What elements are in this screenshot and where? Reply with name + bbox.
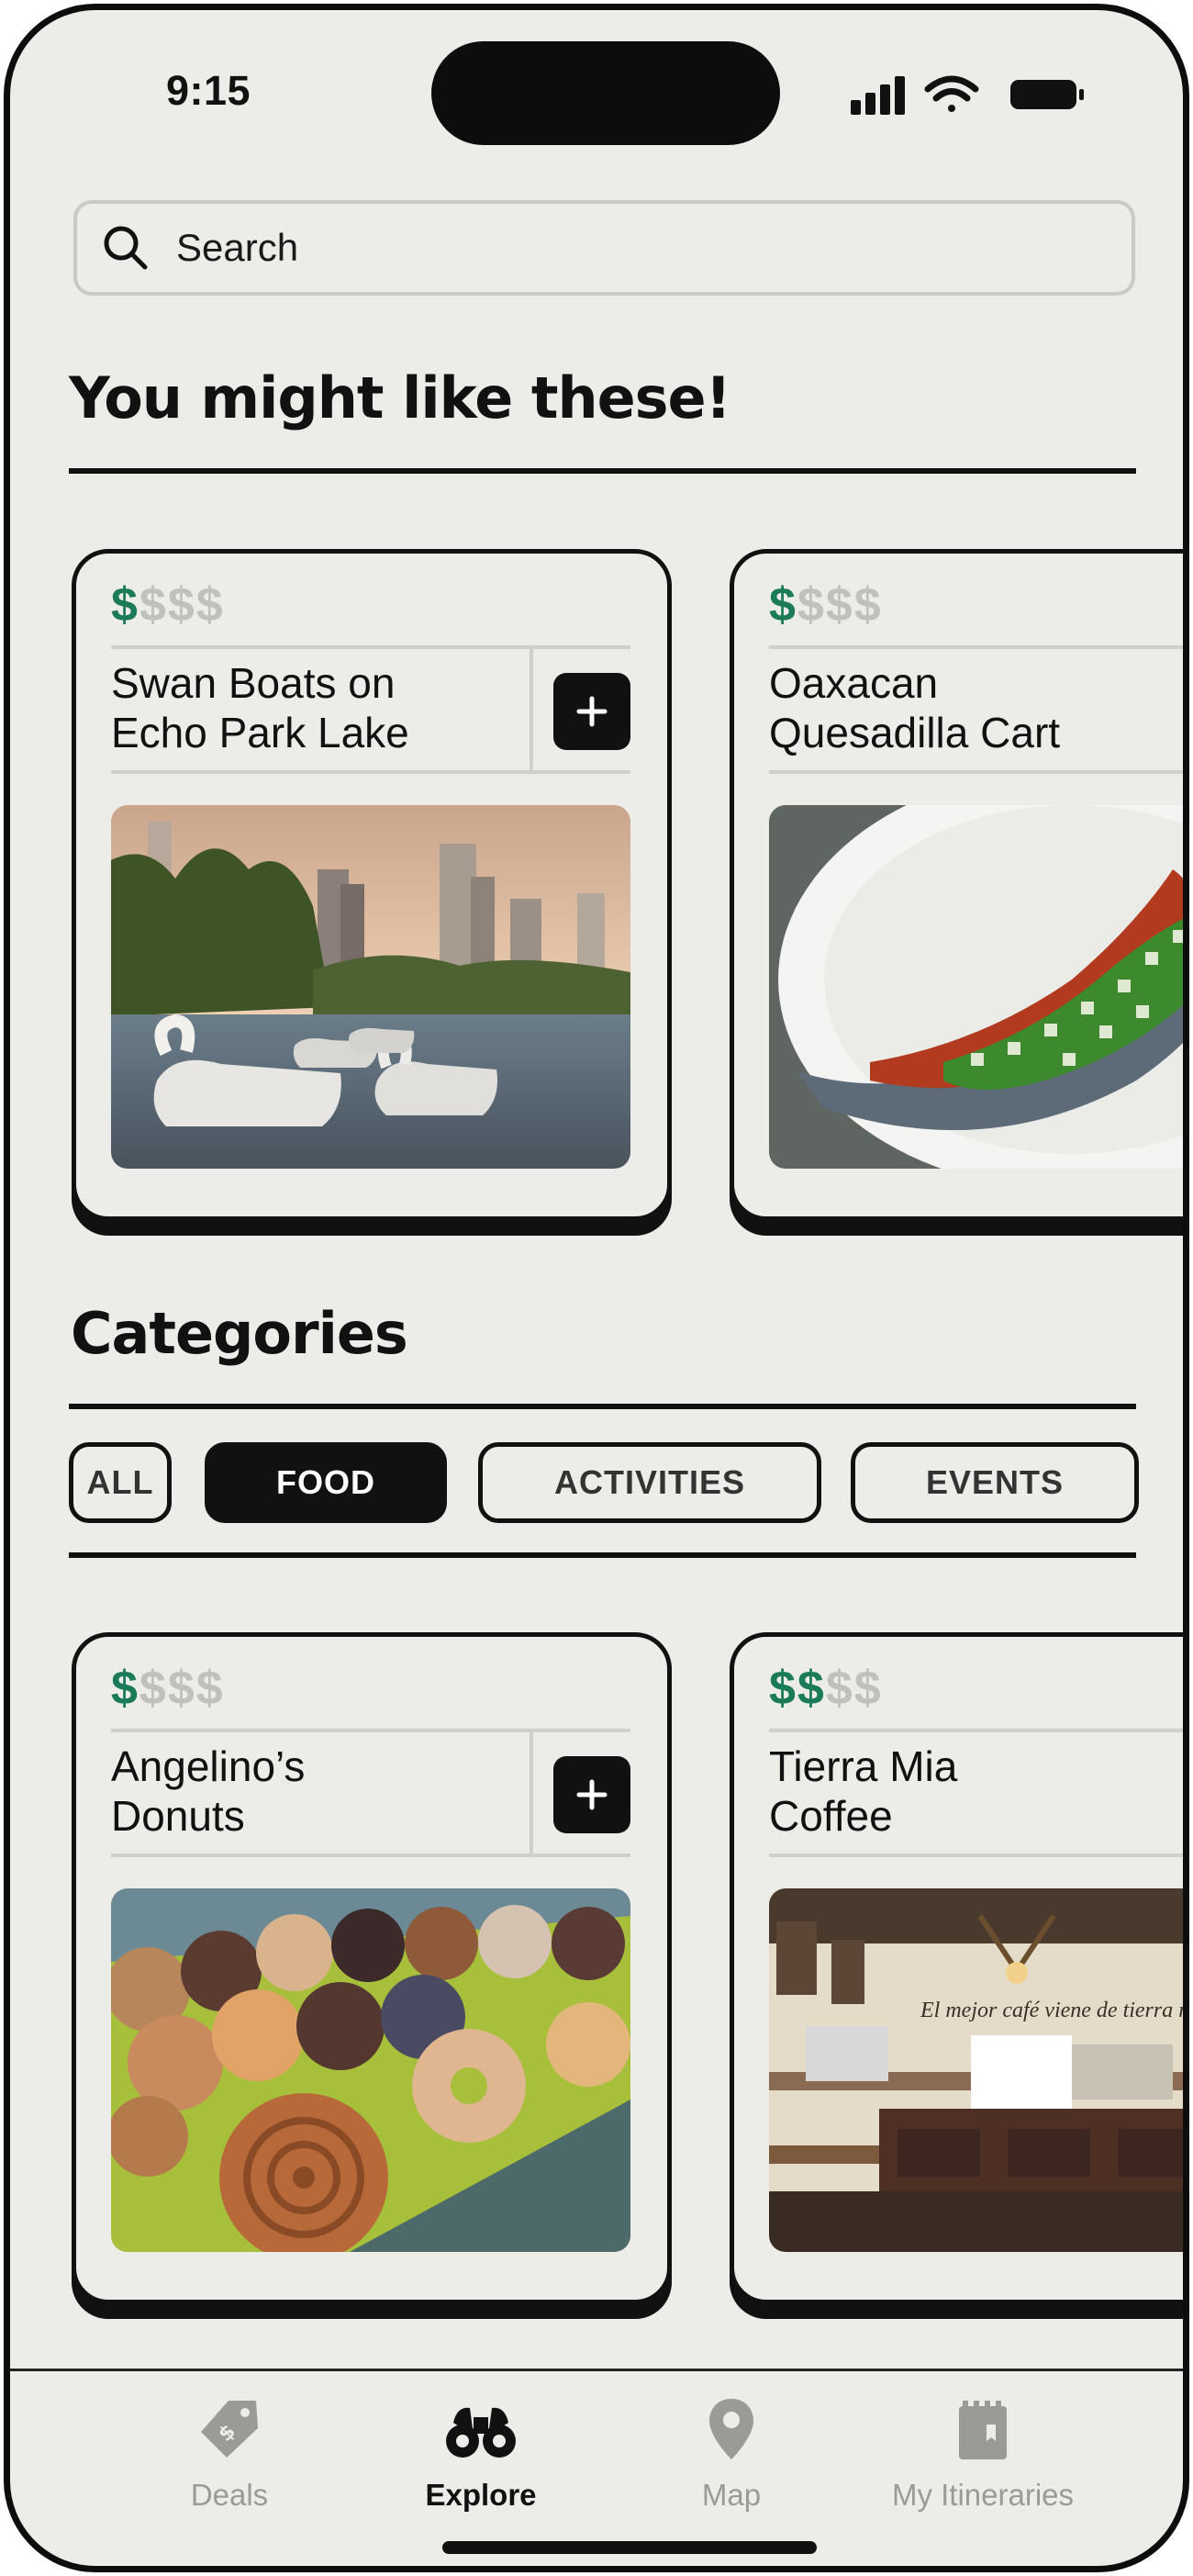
place-photo-quesadilla	[769, 805, 1183, 1169]
section-divider	[69, 1552, 1136, 1558]
price-tag-icon: $	[201, 2401, 258, 2458]
place-card[interactable]: $$$$ Tierra Mia Coffee El mejor café vie…	[730, 1632, 1189, 2304]
search-placeholder: Search	[176, 226, 299, 269]
add-to-itinerary-button[interactable]	[553, 673, 630, 750]
tab-deals[interactable]: $ Deals	[119, 2397, 340, 2513]
tab-label: Map	[701, 2478, 762, 2512]
card-title: Angelino’s Donuts	[111, 1742, 306, 1840]
tab-label: Deals	[190, 2478, 269, 2512]
category-chip-activities[interactable]: ACTIVITIES	[478, 1442, 821, 1523]
section-divider	[69, 468, 1136, 474]
plus-icon	[576, 696, 608, 727]
category-chip-food[interactable]: FOOD	[205, 1442, 447, 1523]
place-card[interactable]: $$$$ Oaxacan Quesadilla Cart	[730, 549, 1183, 1221]
phone-screen: 9:15 Search You might like these! $$$$ S…	[4, 4, 1189, 2572]
plus-icon	[576, 1779, 608, 1810]
battery-icon	[1010, 80, 1084, 109]
place-photo-coffee-shop: El mejor café viene de tierra mía	[769, 1888, 1189, 2252]
card-title-row: Angelino’s Donuts	[111, 1729, 630, 1857]
notebook-icon	[959, 2401, 1007, 2459]
price-level: $$$$	[111, 578, 225, 632]
card-title: Swan Boats on Echo Park Lake	[111, 659, 409, 756]
status-icons	[851, 74, 1089, 115]
map-pin-icon	[709, 2399, 753, 2459]
cellular-signal-icon	[851, 76, 905, 115]
card-title: Oaxacan Quesadilla Cart	[769, 659, 1061, 756]
search-bar[interactable]: Search	[73, 200, 1135, 296]
tab-my-itineraries[interactable]: My Itineraries	[871, 2397, 1095, 2513]
card-title-row: Swan Boats on Echo Park Lake	[111, 645, 630, 774]
price-level: $$$$	[111, 1662, 225, 1715]
tab-label: Explore	[425, 2478, 537, 2512]
home-indicator[interactable]	[442, 2541, 817, 2554]
place-card[interactable]: $$$$ Swan Boats on Echo Park Lake	[72, 549, 672, 1221]
search-icon	[104, 226, 148, 270]
tab-map[interactable]: Map	[621, 2397, 842, 2513]
recommendations-heading: You might like these!	[69, 364, 731, 431]
category-chip-events[interactable]: EVENTS	[851, 1442, 1139, 1523]
card-title-row: Oaxacan Quesadilla Cart	[769, 645, 1183, 774]
place-photo-donuts	[111, 1888, 630, 2252]
card-title: Tierra Mia Coffee	[769, 1742, 958, 1840]
add-to-itinerary-button[interactable]	[553, 1756, 630, 1833]
categories-heading: Categories	[71, 1300, 408, 1367]
section-divider	[69, 1404, 1136, 1409]
binoculars-icon	[446, 2407, 516, 2458]
card-title-row: Tierra Mia Coffee	[769, 1729, 1183, 1857]
wifi-icon	[924, 75, 979, 112]
price-level: $$$$	[769, 1662, 883, 1715]
status-time: 9:15	[166, 67, 251, 114]
coffee-wall-text: El mejor café viene de tierra mía	[920, 1999, 1189, 2022]
tab-bar-divider	[10, 2369, 1183, 2371]
category-chip-all[interactable]: ALL	[69, 1442, 172, 1523]
place-card[interactable]: $$$$ Angelino’s Donuts	[72, 1632, 672, 2304]
place-photo-swan-boats	[111, 805, 630, 1169]
dynamic-island	[431, 41, 780, 145]
tab-label: My Itineraries	[891, 2478, 1075, 2512]
price-level: $$$$	[769, 578, 883, 632]
tab-explore[interactable]: Explore	[371, 2397, 591, 2513]
